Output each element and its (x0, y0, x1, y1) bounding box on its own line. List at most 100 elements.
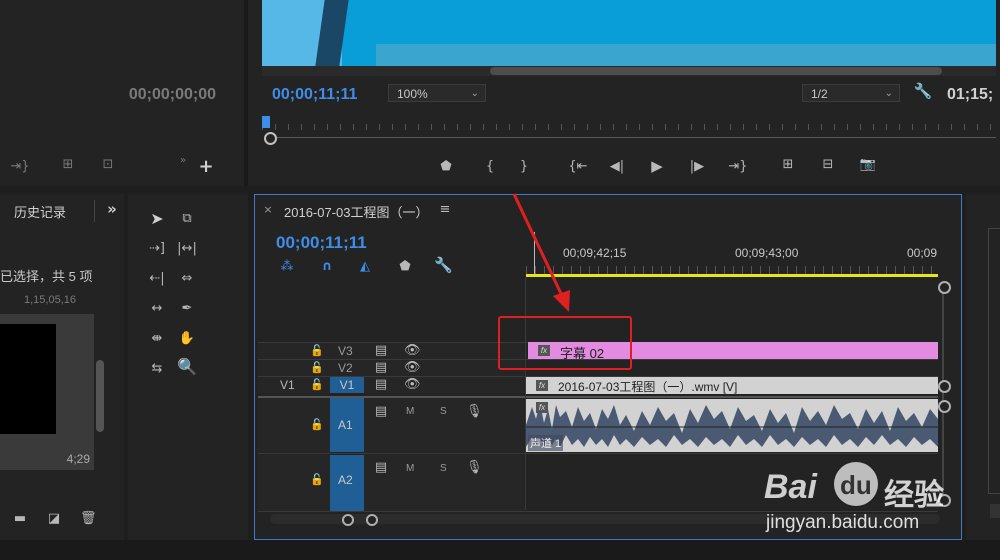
sequence-tab-title[interactable]: 2016-07-03工程图（一） (284, 202, 429, 221)
trash-icon[interactable]: 🗑 (80, 512, 97, 526)
track-header-v3: 🔓 V3 ▤ 👁 (258, 343, 524, 359)
step-forward-icon[interactable]: |▶ (688, 160, 706, 174)
film-icon[interactable]: ▤ (374, 405, 388, 419)
sequence-timecode[interactable]: 00;00;11;11 (276, 233, 367, 253)
ripple-edit-tool-icon[interactable]: ⇢] (146, 242, 168, 256)
zoom-dropdown[interactable]: 100% ⌄ (388, 84, 486, 102)
hscroll-handle-right[interactable] (366, 514, 378, 526)
program-scrollbar[interactable] (490, 67, 942, 75)
film-icon[interactable]: ▤ (374, 344, 388, 358)
lock-icon[interactable]: 🔓 (310, 418, 324, 432)
slide-tool-icon[interactable]: ⇼ (146, 332, 168, 346)
annotation-highlight-box (498, 316, 632, 370)
eye-icon[interactable]: 👁 (404, 344, 421, 358)
ruler-label: 00;09;43;00 (735, 246, 799, 260)
lift-icon[interactable]: ⊞ (776, 158, 800, 172)
snap-magnet-icon[interactable]: ∩ (318, 260, 336, 274)
microphone-icon[interactable]: 🎙 (466, 405, 483, 419)
track-label-v1[interactable]: V1 (330, 377, 364, 393)
camera-icon[interactable]: 📷 (856, 158, 880, 172)
lock-icon[interactable]: 🔓 (310, 473, 324, 487)
solo-button[interactable]: S (440, 463, 447, 474)
film-icon[interactable]: ▤ (374, 461, 388, 475)
program-monitor-panel: 00;00;11;11 100% ⌄ 1/2 ⌄ 🔧 01;15; ⬟ { } … (248, 0, 1000, 186)
source-patch-v1[interactable]: V1 (280, 378, 295, 392)
microphone-icon[interactable]: 🎙 (466, 461, 483, 475)
track-label-v3[interactable]: V3 (338, 344, 353, 358)
history-scrollbar[interactable] (96, 360, 104, 432)
chevron-down-icon: ⌄ (884, 88, 893, 99)
insert-icon[interactable]: ⇥} (8, 160, 32, 174)
film-icon[interactable]: ▤ (374, 378, 388, 392)
track-label-a2[interactable]: A2 (338, 473, 353, 487)
rate-stretch-tool-icon[interactable]: ⇠| (146, 272, 168, 286)
track-label-a1[interactable]: A1 (338, 418, 353, 432)
timeline-settings-icon[interactable]: 🔧 (434, 258, 453, 273)
clip-thumbnail[interactable]: 4;29 (0, 314, 94, 470)
export-frame-icon[interactable]: ⊡ (96, 158, 120, 172)
razor-slide-tool-icon[interactable]: ⇔ (176, 272, 198, 286)
add-button-icon[interactable]: + (196, 158, 216, 176)
play-icon[interactable]: ▶ (648, 159, 666, 174)
timeline-playhead-line[interactable] (534, 232, 535, 276)
step-back-icon[interactable]: ◀| (608, 160, 626, 174)
linked-selection-icon[interactable]: ◭ (356, 260, 374, 274)
work-area-bar[interactable] (526, 274, 938, 277)
mute-button[interactable]: M (406, 463, 414, 474)
rolling-edit-tool-icon[interactable]: |↔| (176, 242, 198, 256)
ruler-label: 00;09;42;15 (563, 246, 627, 260)
source-monitor-panel: 00;00;00;00 ⇥} ⊞ ⊡ » + (0, 0, 244, 186)
hscroll-handle-left[interactable] (342, 514, 354, 526)
mark-out-icon[interactable]: } (516, 160, 532, 174)
audio-clip[interactable]: fx 声道 1 (526, 399, 938, 452)
track-move-tool-icon[interactable]: ⇆ (146, 362, 168, 376)
add-marker-icon[interactable]: ⬟ (396, 260, 414, 274)
new-item-icon[interactable]: ◪ (46, 512, 62, 526)
panel-menu-chevron-icon[interactable]: » (104, 202, 120, 217)
lock-icon[interactable]: 🔓 (310, 344, 324, 358)
history-tab[interactable]: 历史记录 (14, 202, 66, 221)
tools-panel: ➤ ⧉ ⇢] |↔| ⇠| ⇔ ↔ ✒ ⇼ ✋ ⇆ 🔍 (128, 194, 248, 540)
thumb-time-top: 1,15,05,16 (24, 294, 76, 306)
pen-tool-icon[interactable]: ✒ (176, 302, 198, 316)
selection-tool-icon[interactable]: ➤ (148, 211, 166, 227)
snap-in-nest-icon[interactable]: ⁂ (278, 260, 296, 274)
go-to-out-icon[interactable]: ⇥} (726, 160, 750, 174)
add-marker-icon[interactable]: ⬟ (438, 160, 454, 174)
solo-button[interactable]: S (440, 406, 447, 417)
close-tab-icon[interactable]: × (262, 203, 274, 217)
zoom-tool-icon[interactable]: 🔍 (176, 359, 198, 375)
mute-button[interactable]: M (406, 406, 414, 417)
track-label-v2[interactable]: V2 (338, 361, 353, 375)
hand-tool-icon[interactable]: ✋ (176, 332, 198, 346)
chevron-down-icon: ⌄ (470, 88, 479, 99)
program-mini-ruler[interactable] (262, 118, 996, 132)
overwrite-icon[interactable]: ⊞ (56, 158, 80, 172)
timeline-vscroll-top[interactable] (938, 281, 951, 294)
more-controls-icon[interactable]: » (176, 154, 190, 168)
video-clip[interactable]: fx 2016-07-03工程图（一）.wmv [V] (526, 377, 938, 394)
resolution-dropdown[interactable]: 1/2 ⌄ (802, 84, 900, 102)
source-timecode: 00;00;00;00 (128, 86, 216, 103)
hamburger-menu-icon[interactable]: ≡ (438, 203, 452, 217)
fx-badge: fx (536, 402, 548, 413)
program-playhead-marker[interactable] (262, 116, 270, 128)
timeline-vscroll-a1[interactable] (938, 400, 951, 413)
mark-in-icon[interactable]: { (482, 160, 498, 174)
go-to-in-icon[interactable]: {⇤ (566, 160, 590, 174)
folder-icon[interactable]: ▬ (12, 512, 28, 526)
lock-icon[interactable]: 🔓 (310, 361, 324, 375)
wrench-icon[interactable]: 🔧 (912, 84, 934, 99)
film-icon[interactable]: ▤ (374, 361, 388, 375)
eye-icon[interactable]: 👁 (404, 361, 421, 375)
zoom-handle-left[interactable] (264, 132, 277, 145)
timeline-vscroll-mid[interactable] (938, 380, 951, 393)
extract-icon[interactable]: ⊟ (816, 158, 840, 172)
eye-icon[interactable]: 👁 (404, 378, 421, 392)
program-timecode[interactable]: 00;00;11;11 (272, 86, 357, 104)
slip-tool-icon[interactable]: ↔ (146, 302, 168, 316)
fx-badge: fx (536, 380, 548, 391)
track-select-tool-icon[interactable]: ⧉ (178, 212, 196, 226)
lock-icon[interactable]: 🔓 (310, 378, 324, 392)
track-header-v2: 🔓 V2 ▤ 👁 (258, 360, 524, 376)
